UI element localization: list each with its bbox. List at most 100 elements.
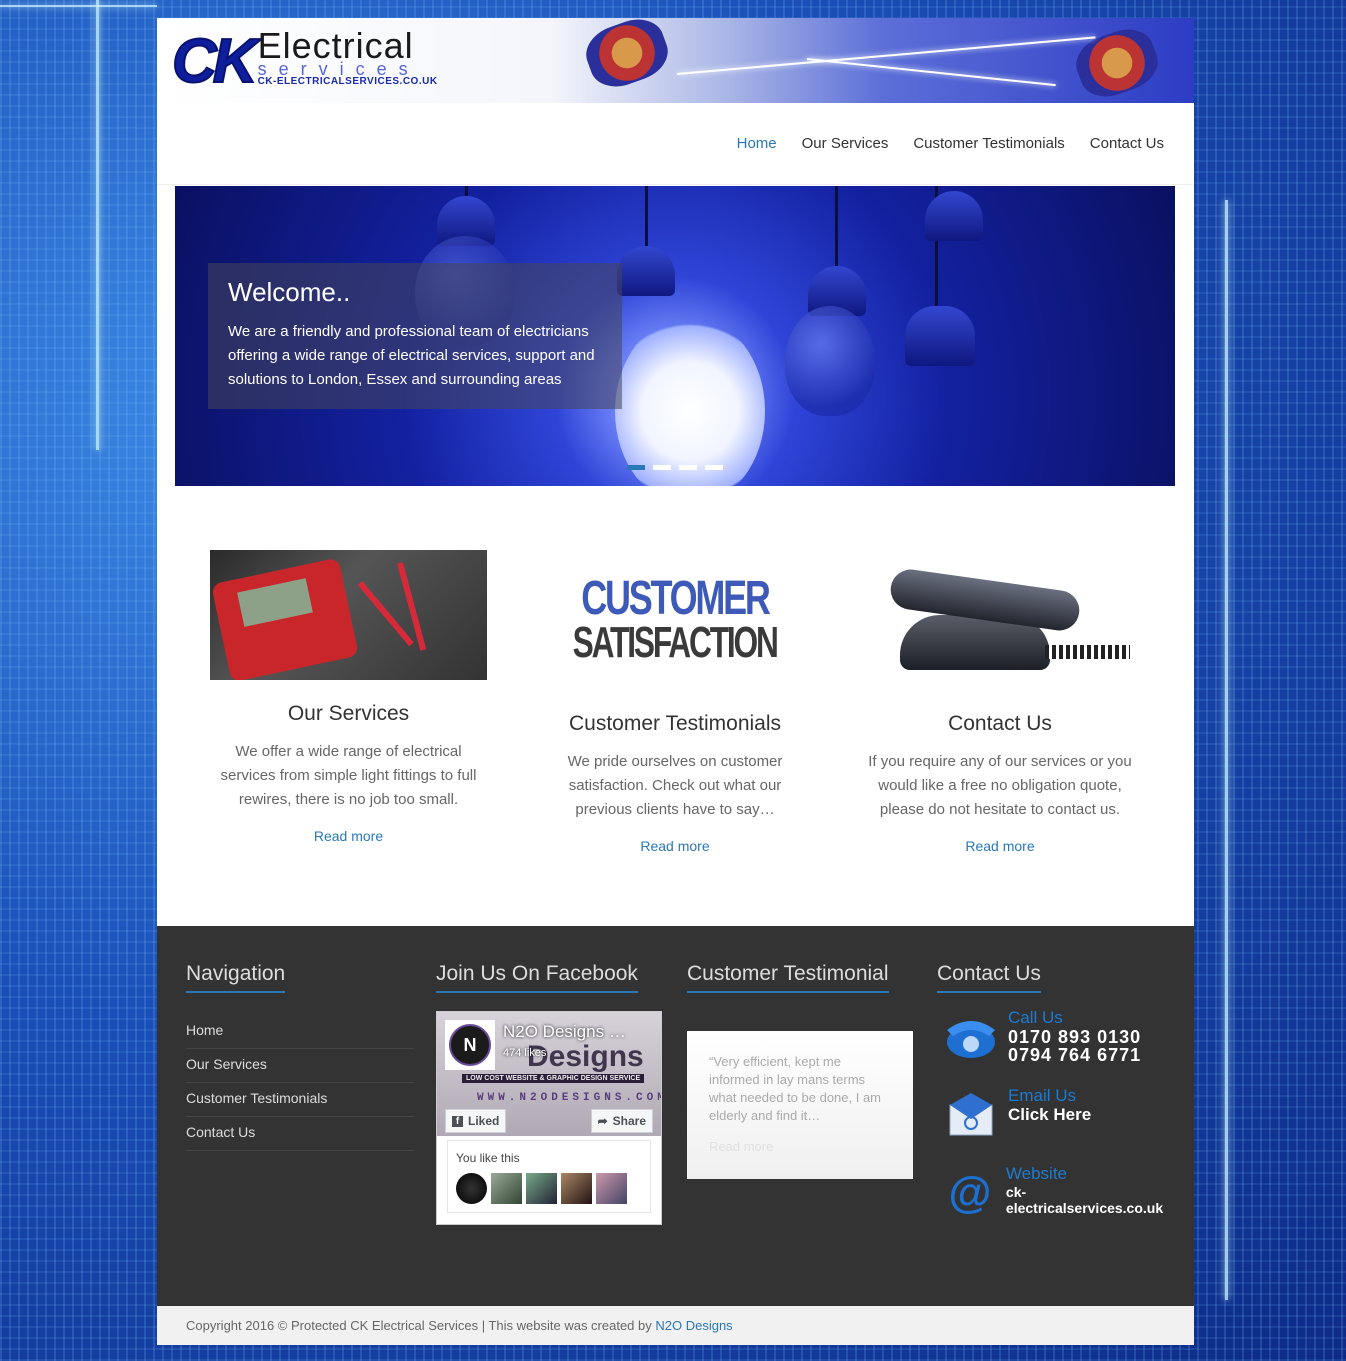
bulb-wire (835, 186, 838, 266)
contact-call[interactable]: Call Us 0170 893 0130 0794 764 6771 (942, 1008, 1141, 1066)
multimeter-body (211, 557, 359, 680)
slider-dot[interactable] (653, 465, 671, 470)
feature-customer-testimonials: CUSTOMER SATISFACTION Customer Testimoni… (545, 550, 805, 855)
nav-item-customer-testimonials[interactable]: Customer Testimonials (913, 135, 1064, 152)
avatar: N (449, 1024, 491, 1066)
facebook-liked-button[interactable]: f Liked (445, 1109, 507, 1133)
widget-title: Contact Us (937, 962, 1041, 993)
list-item: Contact Us (186, 1117, 414, 1151)
email-label: Email Us (1008, 1086, 1077, 1105)
site-logo[interactable]: CK Electrical services CK-ELECTRICALSERV… (171, 25, 438, 96)
telephone-icon (942, 1008, 1000, 1066)
list-item: Our Services (186, 1049, 414, 1083)
email-link[interactable]: Click Here (1008, 1106, 1091, 1124)
contact-website[interactable]: @ Website ck-electricalservices.co.uk (942, 1164, 1177, 1222)
bulb-socket (925, 191, 983, 241)
copyright-text: Copyright 2016 © Protected CK Electrical… (186, 1318, 656, 1333)
footer-link-customer-testimonials[interactable]: Customer Testimonials (186, 1090, 327, 1106)
nav-item-our-services[interactable]: Our Services (802, 135, 889, 152)
envelope-icon (942, 1086, 1000, 1144)
header-banner: CK Electrical services CK-ELECTRICALSERV… (157, 18, 1194, 103)
feature-title: Our Services (287, 702, 410, 725)
avatar[interactable] (456, 1173, 487, 1204)
widget-title: Customer Testimonial (687, 962, 889, 993)
lightning-bolt (806, 58, 1056, 87)
list-item: Home (186, 1015, 414, 1049)
slider-dot[interactable] (679, 465, 697, 470)
footer-link-our-services[interactable]: Our Services (186, 1056, 267, 1072)
designer-link[interactable]: N2O Designs (655, 1318, 732, 1333)
phone-number-2[interactable]: 0794 764 6771 (1008, 1046, 1141, 1064)
read-more-link[interactable]: Read more (207, 828, 490, 844)
slide-title: Welcome.. (228, 277, 351, 307)
phone-number-1[interactable]: 0170 893 0130 (1008, 1028, 1141, 1046)
feature-text: If you require any of our services or yo… (868, 753, 1132, 818)
widget-title: Navigation (186, 962, 286, 993)
cable-image (1069, 21, 1165, 103)
facebook-cover-tagline: LOW COST WEBSITE & GRAPHIC DESIGN SERVIC… (462, 1074, 645, 1083)
hero-slider[interactable]: Welcome.. We are a friendly and professi… (175, 186, 1175, 486)
at-sign-icon: @ (948, 1168, 992, 1217)
footer-link-contact-us[interactable]: Contact Us (186, 1124, 255, 1140)
footer-widgets: Navigation Home Our Services Customer Te… (157, 926, 1194, 1306)
testimonial-quote: “Very efficient, kept me informed in lay… (709, 1054, 882, 1123)
bulb-socket (617, 246, 675, 296)
slide-caption: Welcome.. We are a friendly and professi… (208, 263, 622, 409)
bulb-socket (905, 306, 975, 366)
avatar[interactable] (491, 1173, 522, 1204)
facebook-cover-url: WWW.N2ODESIGNS.COM (477, 1092, 661, 1104)
footer-testimonial-widget: Customer Testimonial “Very efficient, ke… (687, 962, 913, 1179)
word-cloud-image: CUSTOMER SATISFACTION (555, 550, 795, 690)
footer-nav-list: Home Our Services Customer Testimonials … (186, 1015, 414, 1151)
slide-text: We are a friendly and professional team … (228, 323, 595, 388)
lit-bulb (615, 316, 765, 486)
feature-text: We pride ourselves on customer satisfact… (567, 753, 783, 818)
nav-item-home[interactable]: Home (737, 135, 777, 152)
share-icon: ➦ (597, 1114, 608, 1128)
multimeter-image (210, 550, 487, 680)
background-circuit-line (96, 0, 99, 450)
lightning-bolt (676, 36, 1096, 75)
copyright-bar: Copyright 2016 © Protected CK Electrical… (157, 1306, 1194, 1345)
slider-dot[interactable] (627, 465, 645, 470)
phone-cord (1045, 645, 1130, 659)
avatar[interactable] (561, 1173, 592, 1204)
feature-text: We offer a wide range of electrical serv… (220, 743, 477, 808)
feature-title: Customer Testimonials (568, 712, 782, 735)
facebook-like-count: 474 likes (503, 1047, 547, 1059)
friend-faces (456, 1173, 642, 1204)
read-more-link[interactable]: Read more (709, 1139, 891, 1154)
avatar[interactable] (526, 1173, 557, 1204)
facebook-cover[interactable]: Designs LOW COST WEBSITE & GRAPHIC DESIG… (437, 1012, 661, 1136)
contact-email[interactable]: Email Us Click Here (942, 1086, 1091, 1144)
slider-dot[interactable] (705, 465, 723, 470)
word-cloud-customer: CUSTOMER (581, 572, 771, 625)
logo-mark: CK (171, 27, 259, 96)
facebook-page-name[interactable]: N2O Designs … (503, 1022, 626, 1042)
friends-text: You like this (456, 1151, 520, 1165)
facebook-share-button[interactable]: ➦ Share (590, 1109, 653, 1133)
nav-item-contact-us[interactable]: Contact Us (1090, 135, 1164, 152)
website-link[interactable]: ck-electricalservices.co.uk (1006, 1184, 1177, 1216)
main-navigation: Home Our Services Customer Testimonials … (157, 103, 1194, 185)
footer-facebook-widget: Join Us On Facebook Designs LOW COST WEB… (436, 962, 662, 1225)
telephone-image (870, 550, 1130, 690)
read-more-link[interactable]: Read more (860, 838, 1140, 854)
background-circuit-line (0, 5, 157, 7)
slider-pagination (627, 465, 723, 470)
website-label: Website (1005, 1164, 1068, 1183)
bulb (785, 306, 875, 416)
logo-wordmark: Electrical (257, 25, 414, 66)
footer-link-home[interactable]: Home (186, 1022, 223, 1038)
word-cloud-satisfaction: SATISFACTION (572, 618, 779, 667)
avatar[interactable] (596, 1173, 627, 1204)
facebook-friends: You like this (447, 1140, 651, 1213)
footer-navigation-widget: Navigation Home Our Services Customer Te… (186, 962, 414, 1151)
read-more-link[interactable]: Read more (545, 838, 805, 854)
list-item: Customer Testimonials (186, 1083, 414, 1117)
feature-contact-us: Contact Us If you require any of our ser… (860, 550, 1140, 854)
widget-title: Join Us On Facebook (436, 962, 638, 993)
cable-image (579, 18, 675, 95)
footer-contact-widget: Contact Us Call Us 0170 893 0130 0794 76… (937, 962, 1177, 1262)
facebook-avatar[interactable]: N (445, 1020, 495, 1070)
